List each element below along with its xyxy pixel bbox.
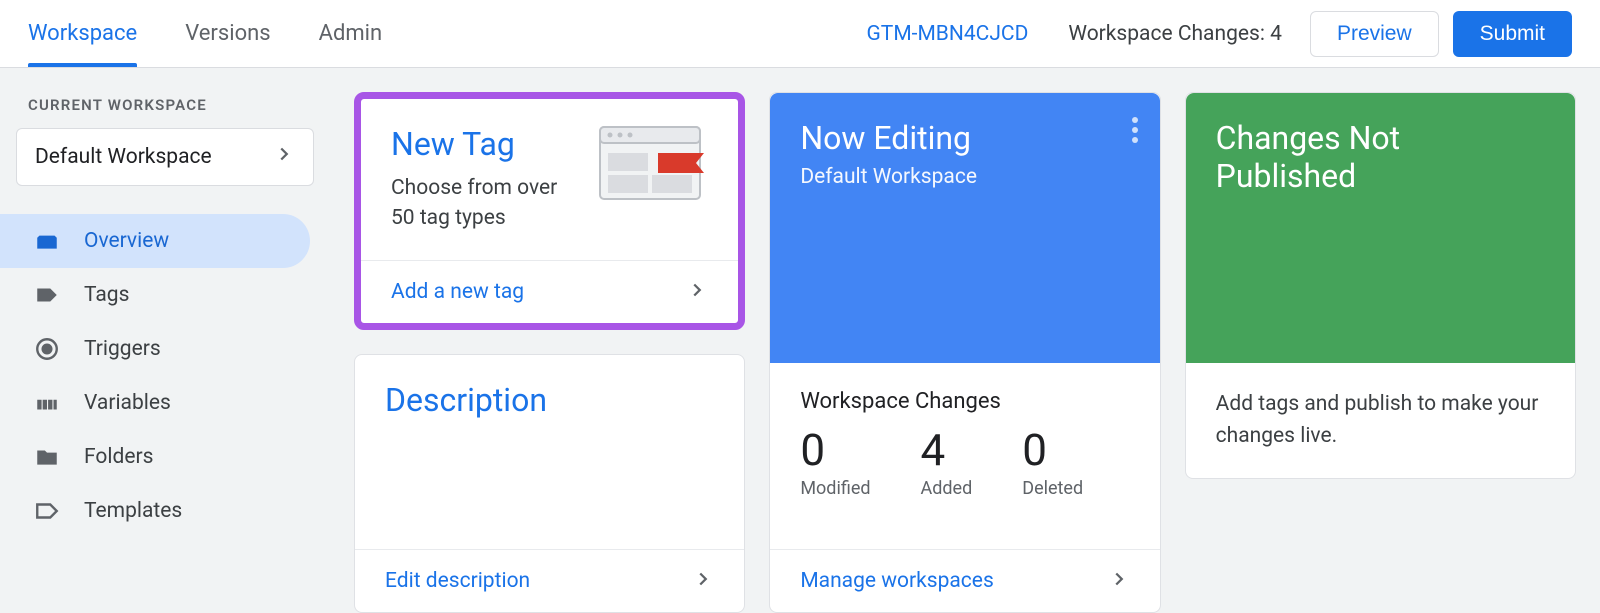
manage-workspaces-link[interactable]: Manage workspaces: [770, 549, 1159, 612]
workspace-name: Default Workspace: [35, 145, 212, 169]
changes-not-published-card: Changes Not Published Add tags and publi…: [1185, 92, 1576, 479]
tab-admin[interactable]: Admin: [319, 3, 383, 64]
chevron-right-icon: [1108, 568, 1130, 594]
chevron-right-icon: [273, 143, 295, 171]
card-menu-button[interactable]: [1132, 117, 1138, 143]
main-area: New Tag Choose from over 50 tag types Ad…: [330, 68, 1600, 613]
template-icon: [34, 498, 60, 524]
sidebar-item-triggers[interactable]: Triggers: [0, 322, 310, 376]
workspace-changes-heading: Workspace Changes: [800, 389, 1129, 414]
sidebar-item-label: Variables: [84, 391, 171, 415]
sidebar-item-tags[interactable]: Tags: [0, 268, 310, 322]
edit-description-label: Edit description: [385, 569, 530, 593]
description-title: Description: [385, 381, 714, 419]
sidebar-item-folders[interactable]: Folders: [0, 430, 310, 484]
chevron-right-icon: [692, 568, 714, 594]
stat-added: 4 Added: [921, 424, 973, 499]
description-card: Description Edit description: [354, 354, 745, 613]
top-bar: Workspace Versions Admin GTM-MBN4CJCD Wo…: [0, 0, 1600, 68]
sidebar-item-variables[interactable]: Variables: [0, 376, 310, 430]
tab-versions[interactable]: Versions: [185, 3, 270, 64]
submit-button[interactable]: Submit: [1453, 11, 1572, 57]
sidebar-item-label: Templates: [84, 499, 182, 523]
container-id-link[interactable]: GTM-MBN4CJCD: [866, 22, 1028, 46]
edit-description-link[interactable]: Edit description: [355, 549, 744, 612]
sidebar-item-label: Tags: [84, 283, 129, 307]
tag-icon: [34, 282, 60, 308]
new-tag-card: New Tag Choose from over 50 tag types Ad…: [354, 92, 745, 330]
sidebar-item-label: Triggers: [84, 337, 161, 361]
sidebar-item-overview[interactable]: Overview: [0, 214, 310, 268]
sidebar-item-label: Folders: [84, 445, 153, 469]
browser-tag-icon: [598, 125, 708, 209]
current-workspace-label: CURRENT WORKSPACE: [28, 96, 330, 114]
top-tabs: Workspace Versions Admin: [28, 3, 382, 64]
preview-button[interactable]: Preview: [1310, 11, 1439, 57]
chevron-right-icon: [686, 279, 708, 305]
new-tag-subtitle: Choose from over 50 tag types: [391, 173, 578, 234]
sidebar: CURRENT WORKSPACE Default Workspace Over…: [0, 68, 330, 613]
unpublished-title: Changes Not Published: [1216, 119, 1545, 195]
variable-icon: [34, 390, 60, 416]
overview-icon: [34, 228, 60, 254]
folder-icon: [34, 444, 60, 470]
now-editing-subtitle: Default Workspace: [800, 165, 1129, 189]
trigger-icon: [34, 336, 60, 362]
new-tag-title: New Tag: [391, 125, 578, 163]
now-editing-title: Now Editing: [800, 119, 1129, 157]
stat-modified: 0 Modified: [800, 424, 870, 499]
add-new-tag-label: Add a new tag: [391, 280, 524, 304]
workspace-changes-count: Workspace Changes: 4: [1068, 22, 1282, 46]
sidebar-item-templates[interactable]: Templates: [0, 484, 310, 538]
tab-workspace[interactable]: Workspace: [28, 3, 137, 64]
workspace-selector[interactable]: Default Workspace: [16, 128, 314, 186]
stat-deleted: 0 Deleted: [1022, 424, 1083, 499]
sidebar-item-label: Overview: [84, 229, 169, 253]
now-editing-card: Now Editing Default Workspace Workspace …: [769, 92, 1160, 613]
manage-workspaces-label: Manage workspaces: [800, 569, 993, 593]
add-new-tag-link[interactable]: Add a new tag: [361, 260, 738, 323]
unpublished-body: Add tags and publish to make your change…: [1216, 389, 1545, 452]
